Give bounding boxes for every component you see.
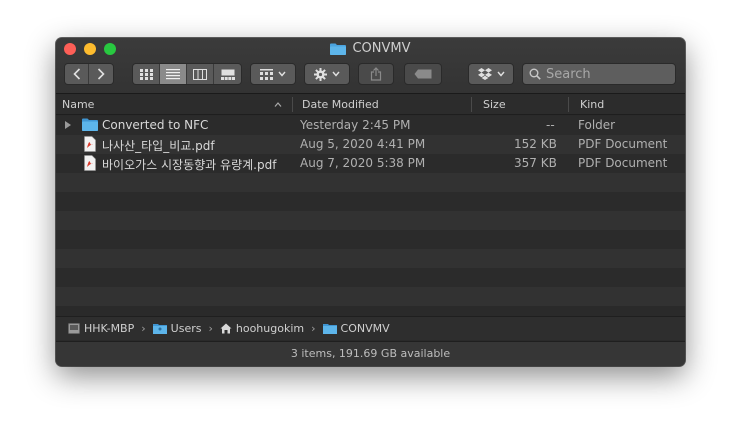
path-chevron-icon: › [311,322,316,335]
empty-row [56,249,685,268]
path-chevron-icon: › [208,322,213,335]
dropbox-icon [477,68,492,80]
share-icon [370,67,382,81]
file-kind: PDF Document [578,156,668,170]
status-bar: 3 items, 191.69 GB available [56,341,685,366]
title-toolbar: CONVMV [56,38,685,94]
window-title-text: CONVMV [352,41,411,56]
file-date: Aug 5, 2020 4:41 PM [300,137,426,151]
file-date: Yesterday 2:45 PM [300,118,411,132]
empty-row [56,230,685,249]
empty-row [56,211,685,230]
pdf-icon [84,155,96,171]
column-view-button[interactable] [187,64,214,84]
column-header-date[interactable]: Date Modified [302,98,379,111]
gear-icon [314,67,327,81]
path-item-label: CONVMV [340,322,390,335]
search-input[interactable] [546,66,666,82]
group-by-button[interactable] [250,63,296,85]
path-item-computer[interactable]: HHK-MBP [68,322,134,335]
column-header-kind[interactable]: Kind [580,98,604,111]
list-view-button[interactable] [160,64,187,84]
file-name: Converted to NFC [102,118,209,132]
file-list: Converted to NFC Yesterday 2:45 PM -- Fo… [56,116,685,312]
empty-row [56,192,685,211]
file-name: 나사산_타입_비교.pdf [102,139,215,153]
forward-button[interactable] [89,64,113,84]
sort-ascending-icon [274,102,282,107]
chevron-left-icon [72,68,80,80]
file-kind: PDF Document [578,137,668,151]
column-header-name[interactable]: Name [62,98,94,111]
file-kind: Folder [578,118,616,132]
folder-icon [330,43,347,55]
grid-icon [139,68,153,80]
share-button[interactable] [358,63,394,85]
tag-icon [414,69,432,79]
finder-window: CONVMV Search Name Date Modified Size Ki… [56,38,685,366]
chevron-down-icon [278,71,286,77]
search-icon [529,68,541,80]
folder-icon [82,118,98,131]
path-bar: HHK-MBP › Users › hoohugokim › CONVMV [56,316,685,340]
home-icon [220,323,232,334]
path-item-label: Users [170,322,202,335]
list-item-folder[interactable]: Converted to NFC Yesterday 2:45 PM -- Fo… [56,116,685,135]
file-name: 바이오가스 시장동향과 유량계.pdf [102,158,277,172]
empty-row [56,268,685,287]
gallery-view-button[interactable] [214,64,241,84]
folder-icon [322,324,337,334]
file-size: 357 KB [514,156,557,170]
path-chevron-icon: › [141,322,146,335]
computer-icon [68,323,80,334]
pdf-icon [84,136,96,152]
path-item-users[interactable]: Users [152,322,202,335]
column-separator[interactable] [568,97,569,112]
list-item-pdf[interactable]: 나사산_타입_비교.pdf Aug 5, 2020 4:41 PM 152 KB… [56,135,685,154]
back-button[interactable] [65,64,89,84]
file-size: -- [546,118,555,132]
icon-view-button[interactable] [133,64,160,84]
file-date: Aug 7, 2020 5:38 PM [300,156,426,170]
list-item-pdf[interactable]: 바이오가스 시장동향과 유량계.pdf Aug 7, 2020 5:38 PM … [56,154,685,173]
folder-icon [152,324,167,334]
window-title: CONVMV [56,41,685,56]
search-field[interactable] [522,63,676,85]
list-icon [166,68,180,79]
view-mode-control [132,63,242,85]
file-size: 152 KB [514,137,557,151]
action-menu-button[interactable] [304,63,350,85]
gallery-icon [220,69,235,80]
chevron-down-icon [332,71,340,77]
path-item-label: HHK-MBP [84,322,135,335]
group-grid-icon [260,68,273,80]
column-separator[interactable] [292,97,293,112]
column-header-size[interactable]: Size [483,98,506,111]
column-separator[interactable] [471,97,472,112]
path-item-label: hoohugokim [235,322,305,335]
path-item-home[interactable]: hoohugokim [220,322,304,335]
chevron-down-icon [496,71,505,77]
dropbox-button[interactable] [468,63,514,85]
column-header-row: Name Date Modified Size Kind [56,94,685,115]
columns-icon [193,68,207,80]
path-item-current[interactable]: CONVMV [322,322,390,335]
empty-row [56,173,685,192]
disclosure-triangle-icon[interactable] [65,121,71,129]
empty-row [56,287,685,306]
nav-buttons [64,63,114,85]
chevron-right-icon [97,68,105,80]
edit-tags-button[interactable] [404,63,442,85]
